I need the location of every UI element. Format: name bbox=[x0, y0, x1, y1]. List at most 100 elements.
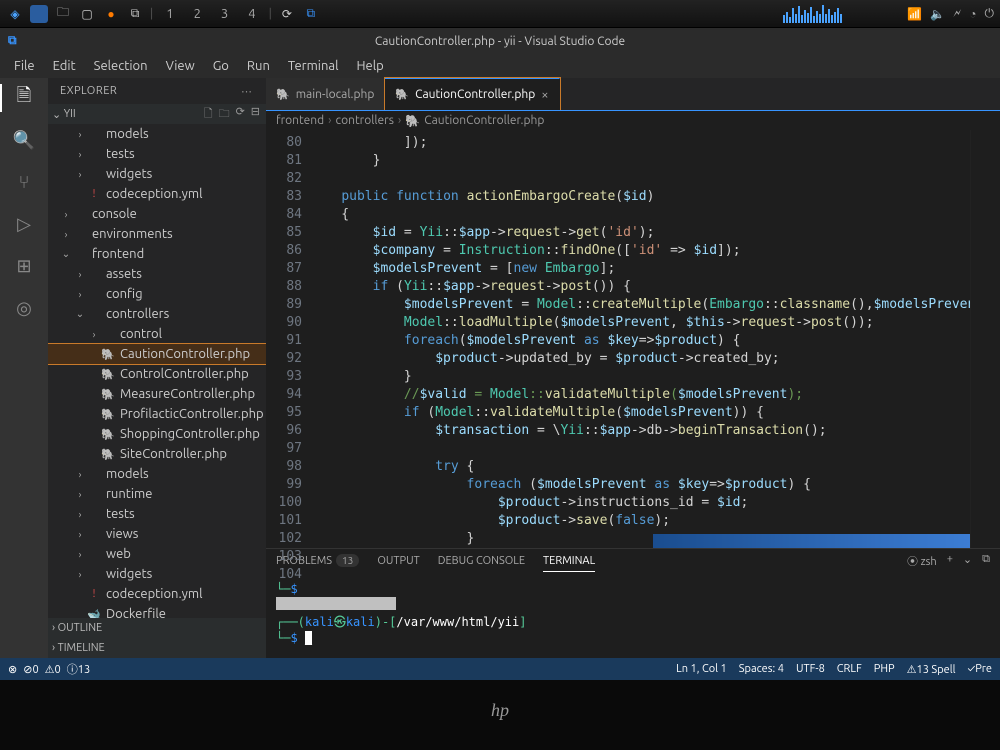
status-prettier[interactable]: ✓Pre bbox=[967, 663, 992, 675]
menu-file[interactable]: File bbox=[6, 57, 43, 75]
terminal-icon[interactable]: ▢ bbox=[78, 5, 96, 23]
tree-item[interactable]: ›models bbox=[48, 464, 266, 484]
status-language[interactable]: PHP bbox=[874, 663, 895, 675]
cpu-graph bbox=[783, 5, 893, 23]
status-errors[interactable]: ⊘0 bbox=[23, 663, 38, 676]
refresh-tree-icon[interactable]: ⟳ bbox=[236, 105, 245, 124]
tree-item[interactable]: 🐘MeasureController.php bbox=[48, 384, 266, 404]
terminal-body[interactable]: └─$ ┌──(kali㉿kali)-[/var/www/html/yii] └… bbox=[266, 577, 1000, 658]
vscode-taskbar-icon[interactable]: ⧉ bbox=[302, 5, 320, 23]
tab-main-local[interactable]: 🐘 main-local.php bbox=[266, 78, 385, 110]
workspace-4[interactable]: 4 bbox=[241, 7, 262, 21]
minimap[interactable] bbox=[970, 130, 1000, 548]
workspace-3[interactable]: 3 bbox=[214, 7, 235, 21]
terminal-tab[interactable]: TERMINAL bbox=[543, 555, 595, 572]
source-control-icon[interactable]: ⑂ bbox=[12, 170, 36, 194]
tree-item[interactable]: ›runtime bbox=[48, 484, 266, 504]
menu-go[interactable]: Go bbox=[205, 57, 237, 75]
output-tab[interactable]: OUTPUT bbox=[377, 555, 419, 571]
run-debug-icon[interactable]: ▷ bbox=[12, 212, 36, 236]
status-spaces[interactable]: Spaces: 4 bbox=[739, 663, 784, 675]
menu-edit[interactable]: Edit bbox=[45, 57, 84, 75]
status-encoding[interactable]: UTF-8 bbox=[796, 663, 825, 675]
tree-item[interactable]: 🐘CautionController.php bbox=[48, 344, 266, 364]
tree-item[interactable]: 🐋Dockerfile bbox=[48, 604, 266, 618]
volume-icon[interactable]: 🔈 bbox=[930, 7, 945, 21]
tree-item[interactable]: ›widgets bbox=[48, 164, 266, 184]
files-icon[interactable]: 🗀 bbox=[54, 5, 72, 23]
menu-help[interactable]: Help bbox=[348, 57, 391, 75]
collapse-all-icon[interactable]: ⊟ bbox=[251, 105, 260, 124]
tree-item[interactable]: ›tests bbox=[48, 144, 266, 164]
terminal2-icon[interactable]: ⧉ bbox=[126, 5, 144, 23]
search-view-icon[interactable]: 🔍 bbox=[12, 128, 36, 152]
terminal-shell-label[interactable]: ⦿ zsh bbox=[907, 553, 937, 573]
close-tab-icon[interactable]: × bbox=[541, 88, 548, 102]
panel-tabs: PROBLEMS13 OUTPUT DEBUG CONSOLE TERMINAL… bbox=[266, 549, 1000, 577]
sidebar-root[interactable]: ⌄ YII 🗋 🗀 ⟳ ⊟ bbox=[48, 104, 266, 124]
tree-item[interactable]: ⌄controllers bbox=[48, 304, 266, 324]
line-gutter: 8081828384858687888990919293949596979899… bbox=[266, 130, 310, 548]
status-bar: ⊗ ⊘0 ⚠0 ⓘ13 Ln 1, Col 1 Spaces: 4 UTF-8 … bbox=[0, 658, 1000, 680]
tree-item[interactable]: ⌄frontend bbox=[48, 244, 266, 264]
kali-menu-icon[interactable]: ◈ bbox=[6, 5, 24, 23]
tree-item[interactable]: ›web bbox=[48, 544, 266, 564]
new-terminal-icon[interactable]: + bbox=[947, 553, 953, 573]
tree-item[interactable]: !codeception.yml bbox=[48, 584, 266, 604]
window-titlebar: ⧉ CautionController.php - yii - Visual S… bbox=[0, 28, 1000, 54]
explorer-view-icon[interactable]: 🗎 bbox=[12, 86, 36, 110]
menu-view[interactable]: View bbox=[158, 57, 203, 75]
firefox-icon[interactable]: ● bbox=[102, 5, 120, 23]
editor-tabs: 🐘 main-local.php 🐘 CautionController.php… bbox=[266, 78, 1000, 110]
code-editor[interactable]: 8081828384858687888990919293949596979899… bbox=[266, 130, 1000, 548]
power-icon[interactable]: ⏻ bbox=[985, 7, 995, 21]
status-position[interactable]: Ln 1, Col 1 bbox=[676, 663, 727, 675]
tree-item[interactable]: ›assets bbox=[48, 264, 266, 284]
status-warnings[interactable]: ⚠0 bbox=[45, 663, 61, 676]
tree-item[interactable]: ›widgets bbox=[48, 564, 266, 584]
refresh-icon[interactable]: ⟳ bbox=[278, 5, 296, 23]
tree-item[interactable]: 🐘ShoppingController.php bbox=[48, 424, 266, 444]
tree-item[interactable]: 🐘SiteController.php bbox=[48, 444, 266, 464]
extensions-icon[interactable]: ⊞ bbox=[12, 254, 36, 278]
tree-item[interactable]: 🐘ControlController.php bbox=[48, 364, 266, 384]
workspace-1[interactable]: 1 bbox=[159, 7, 180, 21]
breadcrumb[interactable]: frontend› controllers› 🐘 CautionControll… bbox=[266, 110, 1000, 130]
split-terminal-icon[interactable]: ⧉ bbox=[982, 553, 990, 573]
menu-terminal[interactable]: Terminal bbox=[280, 57, 347, 75]
tree-item[interactable]: ›config bbox=[48, 284, 266, 304]
tree-item[interactable]: ›models bbox=[48, 124, 266, 144]
tree-item[interactable]: ›control bbox=[48, 324, 266, 344]
workspace-2[interactable]: 2 bbox=[187, 7, 208, 21]
new-file-icon[interactable]: 🗋 bbox=[204, 105, 213, 124]
outline-section[interactable]: › OUTLINE bbox=[48, 618, 266, 638]
code-content[interactable]: ]); } public function actionEmbargoCreat… bbox=[310, 130, 970, 548]
debug-console-tab[interactable]: DEBUG CONSOLE bbox=[438, 555, 525, 571]
tree-item[interactable]: ›environments bbox=[48, 224, 266, 244]
vscode-logo-icon: ⧉ bbox=[8, 34, 17, 48]
menu-run[interactable]: Run bbox=[239, 57, 278, 75]
new-folder-icon[interactable]: 🗀 bbox=[219, 105, 230, 124]
system-tray[interactable]: 📶 🔈 🗲 ◔ ⏻ bbox=[907, 7, 994, 21]
file-tree[interactable]: ›models›tests›widgets!codeception.yml›co… bbox=[48, 124, 266, 618]
taskbar-app-icon[interactable] bbox=[30, 5, 48, 23]
tab-caution-controller[interactable]: 🐘 CautionController.php × bbox=[385, 78, 559, 110]
horizontal-scrollbar[interactable] bbox=[266, 534, 970, 548]
tree-item[interactable]: !codeception.yml bbox=[48, 184, 266, 204]
terminal-dropdown-icon[interactable]: ⌄ bbox=[963, 553, 972, 573]
notification-icon[interactable]: ◔ bbox=[969, 7, 976, 21]
wifi-icon[interactable]: 📶 bbox=[907, 7, 922, 21]
tree-item[interactable]: ›views bbox=[48, 524, 266, 544]
timeline-section[interactable]: › TIMELINE bbox=[48, 638, 266, 658]
menu-selection[interactable]: Selection bbox=[86, 57, 156, 75]
remote-icon[interactable]: ◎ bbox=[12, 296, 36, 320]
remote-indicator[interactable]: ⊗ bbox=[8, 663, 17, 676]
tree-item[interactable]: ›tests bbox=[48, 504, 266, 524]
battery-icon[interactable]: 🗲 bbox=[953, 7, 961, 21]
status-eol[interactable]: CRLF bbox=[837, 663, 862, 675]
status-spell[interactable]: ⚠13 Spell bbox=[907, 663, 956, 676]
tree-item[interactable]: 🐘ProfilacticController.php bbox=[48, 404, 266, 424]
tree-item[interactable]: ›console bbox=[48, 204, 266, 224]
sidebar-more-icon[interactable]: ⋯ bbox=[241, 85, 254, 98]
status-info[interactable]: ⓘ13 bbox=[67, 661, 90, 677]
